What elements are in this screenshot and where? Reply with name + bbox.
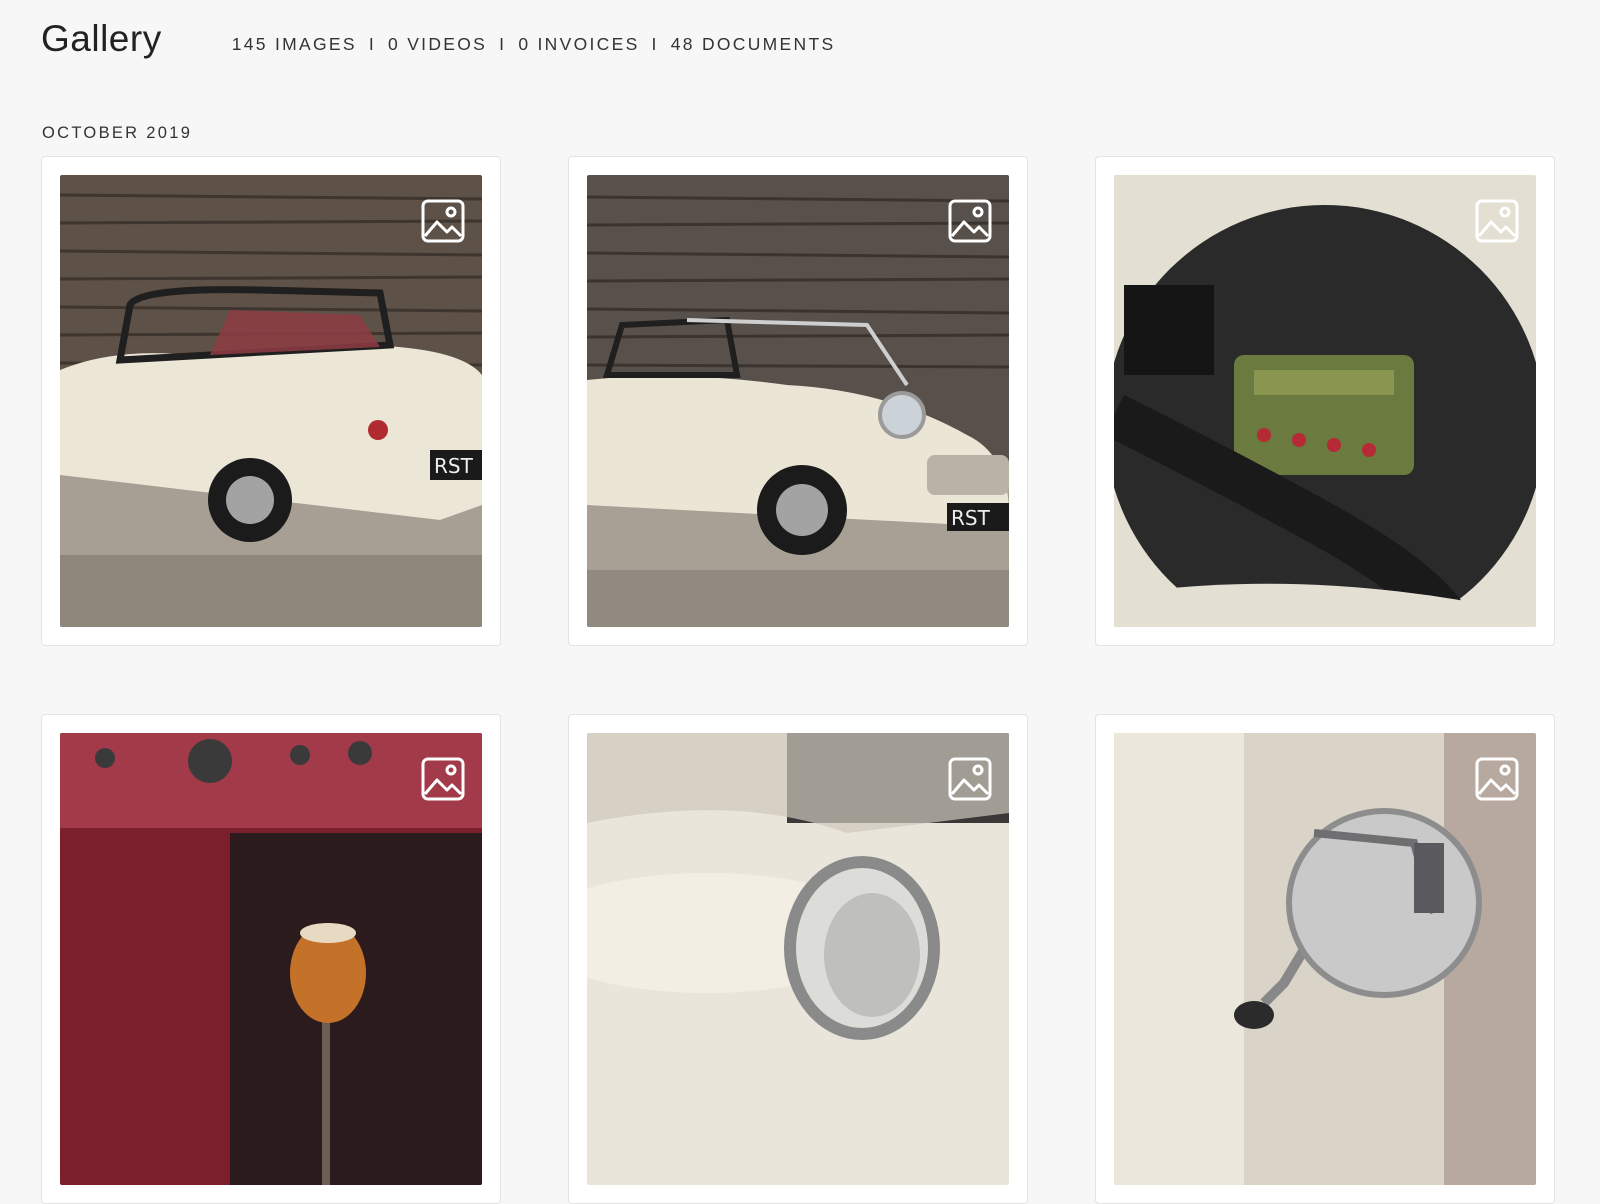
- image-icon: [421, 199, 465, 243]
- image-icon: [1475, 199, 1519, 243]
- gear-knob-photo: [60, 733, 482, 1185]
- car-rear-photo: RST: [60, 175, 482, 627]
- svg-text:RST: RST: [434, 454, 474, 478]
- media-stats: 145 IMAGES I 0 VIDEOS I 0 INVOICES I 48 …: [232, 34, 836, 55]
- photo-thumbnail[interactable]: RST: [587, 175, 1009, 627]
- gallery-card[interactable]: [41, 714, 501, 1204]
- photo-thumbnail[interactable]: [60, 733, 482, 1185]
- videos-count[interactable]: 0 VIDEOS: [388, 34, 487, 55]
- gallery-card[interactable]: RST: [41, 156, 501, 646]
- photo-thumbnail[interactable]: [1114, 175, 1536, 627]
- photo-thumbnail[interactable]: [1114, 733, 1536, 1185]
- gallery-card[interactable]: [1095, 714, 1555, 1204]
- page-title: Gallery: [41, 18, 162, 59]
- month-heading: OCTOBER 2019: [42, 124, 193, 142]
- images-count[interactable]: 145 IMAGES: [232, 34, 357, 55]
- stats-separator: I: [651, 33, 659, 54]
- image-icon: [1475, 757, 1519, 801]
- mirror-photo: [1114, 733, 1536, 1185]
- photo-thumbnail[interactable]: [587, 733, 1009, 1185]
- invoices-count[interactable]: 0 INVOICES: [518, 34, 639, 55]
- engine-bay-photo: [1114, 175, 1536, 627]
- stats-separator: I: [499, 33, 507, 54]
- gallery-card[interactable]: RST: [568, 156, 1028, 646]
- gallery-card[interactable]: [1095, 156, 1555, 646]
- gallery-header: Gallery 145 IMAGES I 0 VIDEOS I 0 INVOIC…: [41, 18, 835, 60]
- documents-count[interactable]: 48 DOCUMENTS: [671, 34, 836, 55]
- photo-thumbnail[interactable]: RST: [60, 175, 482, 627]
- image-icon: [948, 757, 992, 801]
- image-icon: [948, 199, 992, 243]
- gallery-card[interactable]: [568, 714, 1028, 1204]
- svg-text:RST: RST: [951, 506, 991, 530]
- headlamp-photo: [587, 733, 1009, 1185]
- stats-separator: I: [368, 33, 377, 54]
- image-icon: [421, 757, 465, 801]
- car-front-photo: RST: [587, 175, 1009, 627]
